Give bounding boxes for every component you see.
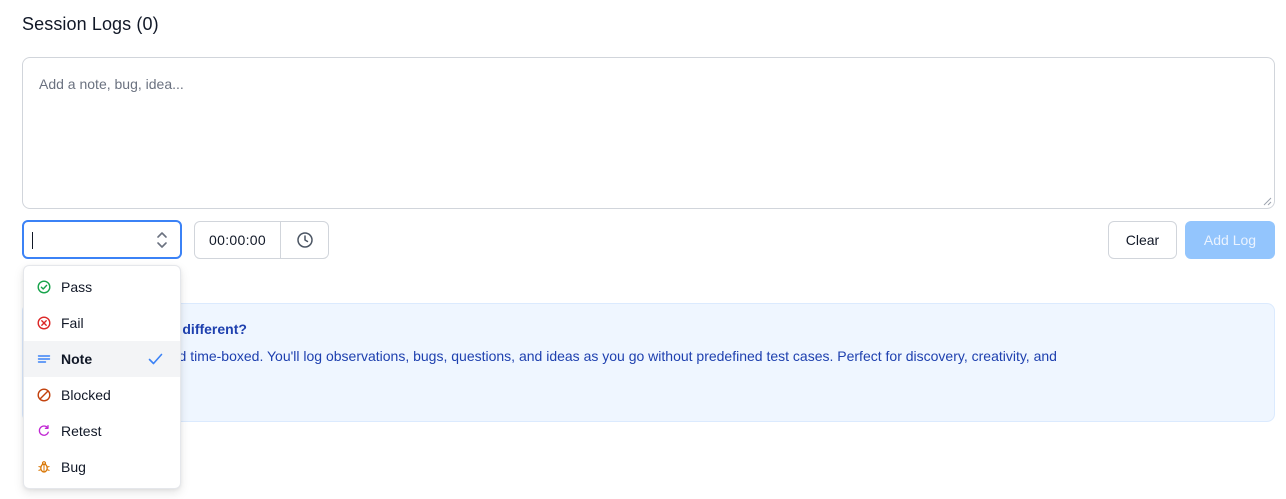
refresh-icon [37,424,51,438]
log-type-dropdown: Pass Fail Note Blocked Retest Bug [23,265,181,489]
option-retest[interactable]: Retest [24,413,180,449]
check-circle-icon [37,280,51,294]
option-label: Note [61,351,93,367]
text-caret [32,232,33,249]
page-title: Session Logs (0) [22,14,159,34]
note-input-container[interactable] [22,57,1275,209]
resize-handle-icon[interactable] [1263,197,1272,206]
info-body-line: ng is unscripted and time-boxed. You'll … [61,348,1057,364]
option-blocked[interactable]: Blocked [24,377,180,413]
info-body: ng is unscripted and time-boxed. You'll … [61,345,1256,389]
clear-button[interactable]: Clear [1108,221,1177,259]
option-label: Blocked [61,387,111,403]
lines-icon [37,352,51,366]
option-pass[interactable]: Pass [24,269,180,305]
option-bug[interactable]: Bug [24,449,180,485]
note-input[interactable] [23,58,1274,208]
timestamp-group: 00:00:00 [194,221,329,259]
option-label: Pass [61,279,93,295]
bug-icon [37,460,51,474]
log-type-select[interactable] [22,220,182,259]
info-callout: loratory Sessions different? ng is unscr… [22,303,1275,422]
option-fail[interactable]: Fail [24,305,180,341]
checkmark-icon [148,353,163,365]
chevron-updown-icon [157,232,167,248]
x-circle-icon [37,316,51,330]
option-label: Retest [61,423,102,439]
ban-icon [37,388,51,402]
timestamp-input[interactable]: 00:00:00 [195,222,281,258]
option-label: Fail [61,315,84,331]
clock-button[interactable] [281,222,328,258]
option-label: Bug [61,459,86,475]
option-note[interactable]: Note [24,341,180,377]
clock-icon [296,232,313,248]
info-body-line: our product. [61,367,1256,389]
add-log-button[interactable]: Add Log [1185,221,1275,259]
